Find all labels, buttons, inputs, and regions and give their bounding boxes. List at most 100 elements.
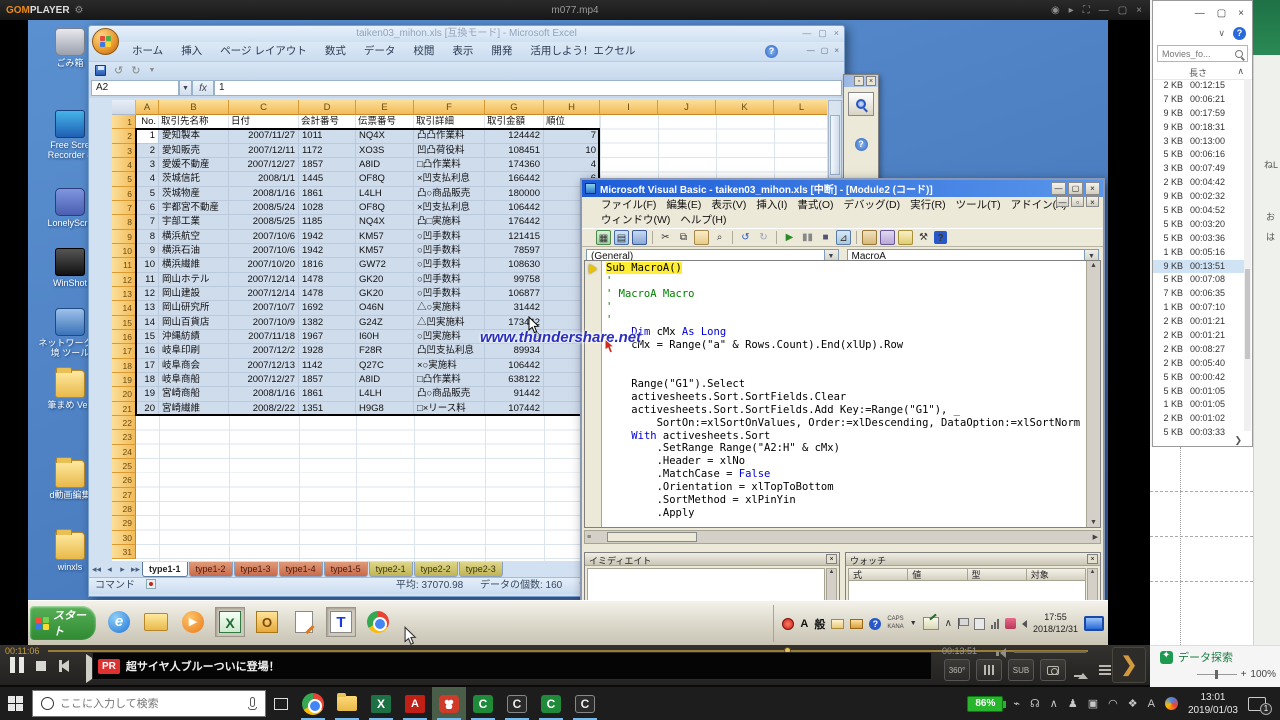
row-header[interactable]: 24 — [112, 445, 136, 459]
cell-date[interactable]: 2007/11/27 — [229, 129, 299, 143]
zoom-slider[interactable] — [1197, 674, 1237, 675]
list-item[interactable]: 7 KB 00:06:21 — [1153, 93, 1245, 107]
close-button[interactable]: × — [1136, 5, 1142, 16]
cell-amount[interactable]: 106442 — [485, 201, 544, 215]
row-header[interactable]: 6 — [112, 187, 136, 201]
cell-amount[interactable]: 9 — [485, 330, 544, 344]
cell-slip[interactable]: KM57 — [356, 244, 414, 258]
cell-account[interactable]: 1382 — [299, 316, 356, 330]
list-item[interactable]: 2 KB 00:04:42 — [1153, 176, 1245, 190]
control-panel-toggle[interactable]: ❯ — [1112, 647, 1146, 683]
column-header[interactable]: E — [356, 100, 414, 115]
cell-detail[interactable]: 凸○商品販売 — [414, 387, 485, 401]
immediate-close-icon[interactable]: × — [826, 554, 837, 564]
sheet-tab[interactable]: type1-5 — [324, 562, 368, 577]
ime-a-indicator[interactable]: A — [800, 618, 808, 630]
display-tray-icon[interactable] — [1084, 616, 1104, 631]
sheet-tab[interactable]: type1-4 — [279, 562, 323, 577]
speaker-icon[interactable] — [1022, 620, 1027, 628]
module-minimize-button[interactable]: — — [1056, 196, 1069, 207]
column-header[interactable]: A — [136, 100, 159, 115]
code-vertical-scrollbar[interactable]: ▲▼ — [1086, 261, 1100, 527]
excel-close-button[interactable]: × — [834, 28, 839, 39]
explorer-minimize-button[interactable]: — — [1195, 8, 1205, 19]
capture-icon[interactable]: ▸ — [1069, 5, 1074, 16]
cell-slip[interactable]: GK20 — [356, 273, 414, 287]
cell-amount[interactable]: 121415 — [485, 230, 544, 244]
row-header[interactable]: 20 — [112, 387, 136, 401]
cell-date[interactable]: 2008/1/16 — [229, 387, 299, 401]
select-all-corner[interactable] — [112, 100, 136, 115]
run-macro-icon[interactable]: ▶ — [782, 230, 797, 245]
notification-icon[interactable]: 1 — [1248, 697, 1266, 711]
cell-date[interactable]: 2007/12/14 — [229, 287, 299, 301]
row-header[interactable]: 28 — [112, 502, 136, 516]
equalizer-button[interactable] — [976, 659, 1002, 681]
row-header[interactable]: 10 — [112, 244, 136, 258]
cell-amount[interactable]: 174360 — [485, 158, 544, 172]
first-sheet-icon[interactable]: ◂◂ — [91, 563, 102, 575]
pause-button[interactable] — [10, 657, 24, 673]
gom-title-bar[interactable]: GOMPLAYER ⚙ m077.mp4 ◉ ▸ ⛶ — ▢ × — [0, 0, 1150, 20]
ie-icon[interactable]: e — [104, 607, 134, 637]
cell-no[interactable]: 11 — [136, 273, 159, 287]
cell-no[interactable]: 13 — [136, 301, 159, 315]
menu-item[interactable]: 実行(R) — [905, 198, 951, 213]
menu-item[interactable]: ツール(T) — [951, 198, 1006, 213]
list-item[interactable]: 1 KB 00:05:16 — [1153, 246, 1245, 260]
list-item[interactable]: 2 KB 00:01:21 — [1153, 315, 1245, 329]
cell-account[interactable]: 1028 — [299, 201, 356, 215]
cell-date[interactable]: 2008/1/1 — [229, 172, 299, 186]
cell-account[interactable]: 1172 — [299, 144, 356, 158]
cell-detail[interactable]: □凸作業料 — [414, 373, 485, 387]
cell-name[interactable]: 横浜石油 — [159, 244, 229, 258]
paste-icon[interactable] — [694, 230, 709, 245]
palette-title-bar[interactable]: ▫ × — [844, 75, 878, 87]
cell-detail[interactable]: ×○実施料 — [414, 359, 485, 373]
row-header[interactable]: 14 — [112, 301, 136, 315]
menu-item[interactable]: ウィンドウ(W) — [596, 213, 675, 228]
header-cell[interactable]: No. — [136, 115, 159, 129]
save-icon[interactable] — [632, 230, 647, 245]
row-header[interactable]: 7 — [112, 201, 136, 215]
list-item[interactable]: 2 KB 00:08:27 — [1153, 343, 1245, 357]
view-excel-icon[interactable]: ▦ — [596, 230, 611, 245]
data-explore-button[interactable]: データ探索 — [1150, 646, 1280, 665]
cell-detail[interactable]: 凸凹支払利息 — [414, 344, 485, 358]
cell-slip[interactable]: F28R — [356, 344, 414, 358]
vba-maximize-button[interactable]: ▢ — [1068, 182, 1083, 195]
redo-icon[interactable]: ↻ — [756, 230, 771, 245]
watch-column-header[interactable]: 対象 — [1027, 568, 1086, 581]
cell-date[interactable]: 2007/12/13 — [229, 359, 299, 373]
row-header[interactable]: 4 — [112, 158, 136, 172]
cell-slip[interactable]: NQ4X — [356, 215, 414, 229]
prev-sheet-icon[interactable]: ◂ — [104, 563, 115, 575]
sheet-tab[interactable]: type1-2 — [189, 562, 233, 577]
header-cell[interactable]: 取引詳細 — [414, 115, 485, 129]
watch-column-header[interactable]: 値 — [908, 568, 967, 581]
scroll-up-icon[interactable]: ∧ — [1237, 66, 1244, 79]
cell-detail[interactable]: ○凹手数料 — [414, 273, 485, 287]
cell-slip[interactable]: NQ4X — [356, 129, 414, 143]
next-sheet-icon[interactable]: ▸ — [117, 563, 128, 575]
menu-item[interactable]: 書式(O) — [792, 198, 838, 213]
maximize-button[interactable]: ▢ — [1118, 5, 1127, 16]
object-browser-icon[interactable] — [898, 230, 913, 245]
cell-date[interactable]: 2007/12/2 — [229, 344, 299, 358]
cell-name[interactable]: 岡山研究所 — [159, 301, 229, 315]
row-header[interactable]: 27 — [112, 488, 136, 502]
cell-date[interactable]: 2007/11/18 — [229, 330, 299, 344]
cell-account[interactable]: 1478 — [299, 273, 356, 287]
watch-title[interactable]: ウォッチ — [846, 553, 1100, 566]
table-row[interactable]: 18 岐阜商船 2007/12/27 1857 A8ID □凸作業料 63812… — [136, 373, 600, 387]
cell-account[interactable]: 1942 — [299, 230, 356, 244]
code-horizontal-scrollbar[interactable]: ≡▶ — [584, 530, 1101, 544]
magnifier-button[interactable] — [848, 92, 874, 116]
cell-account[interactable]: 1928 — [299, 344, 356, 358]
cell-no[interactable]: 16 — [136, 344, 159, 358]
ribbon-tab[interactable]: データ — [355, 41, 405, 61]
cell-no[interactable]: 19 — [136, 387, 159, 401]
outlook-icon[interactable]: O — [252, 607, 282, 637]
vba-help-icon[interactable]: ? — [934, 231, 947, 244]
break-icon[interactable]: ▮▮ — [800, 230, 815, 245]
